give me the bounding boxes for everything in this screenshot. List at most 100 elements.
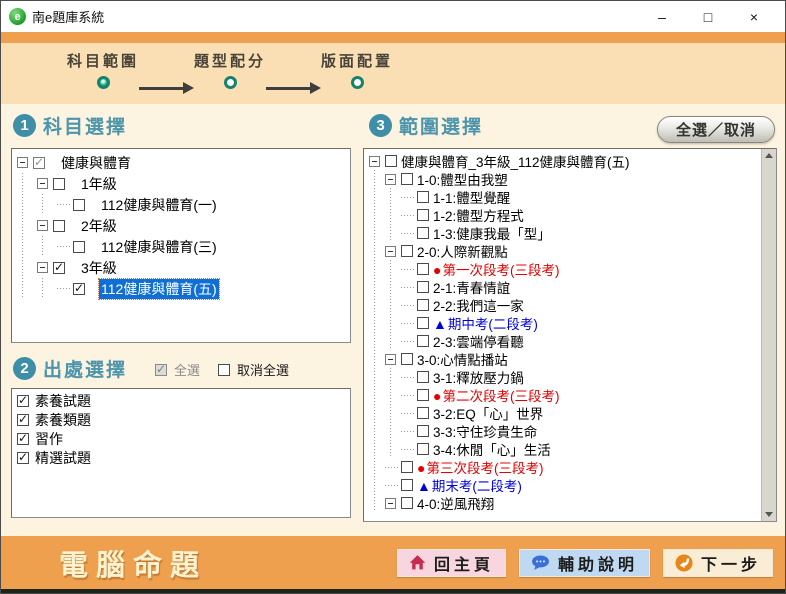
tree-item-label[interactable]: 3-3:守住珍貴生命 xyxy=(431,421,539,441)
scroll-down-icon[interactable] xyxy=(765,512,773,517)
tree-item[interactable]: 2年級 xyxy=(17,215,348,236)
tree-expander[interactable] xyxy=(37,262,48,273)
tree-item-label[interactable]: 3年級 xyxy=(79,258,119,278)
tree-item-label[interactable]: 2-3:雲端停看聽 xyxy=(431,331,526,351)
checkbox[interactable] xyxy=(417,335,429,347)
list-item[interactable]: 習作 xyxy=(15,429,350,448)
tree-item[interactable]: ●第二次段考(三段考) xyxy=(369,386,759,404)
list-item-label[interactable]: 習作 xyxy=(33,429,65,449)
tree-item[interactable]: 1-1:體型覺醒 xyxy=(369,188,759,206)
checkbox[interactable] xyxy=(417,371,429,383)
tree-item-label[interactable]: ▲期末考(二段考) xyxy=(415,475,524,495)
checkbox[interactable] xyxy=(417,425,429,437)
help-button[interactable]: 輔助說明 xyxy=(519,549,650,577)
tree-item[interactable]: 1-3:健康我最「型」 xyxy=(369,224,759,242)
tree-item-label[interactable]: 2年級 xyxy=(79,216,119,236)
checkbox[interactable] xyxy=(17,395,29,407)
source-listbox[interactable]: 素養試題素養類題習作精選試題 xyxy=(11,388,351,518)
checkbox[interactable] xyxy=(417,281,429,293)
tree-item[interactable]: 3-1:釋放壓力鍋 xyxy=(369,368,759,386)
tree-expander[interactable] xyxy=(385,246,396,257)
tree-item[interactable]: 112健康與體育(三) xyxy=(17,236,348,257)
checkbox[interactable] xyxy=(417,389,429,401)
checkbox[interactable] xyxy=(17,452,29,464)
tree-item[interactable]: 1-0:體型由我塑 xyxy=(369,170,759,188)
tree-item[interactable]: ▲期末考(二段考) xyxy=(369,476,759,494)
tree-item-label[interactable]: 3-4:休閒「心」生活 xyxy=(431,439,553,459)
tree-expander[interactable] xyxy=(37,220,48,231)
tree-item-label[interactable]: 1-3:健康我最「型」 xyxy=(431,223,553,243)
range-tree-panel[interactable]: 健康與體育_3年級_112健康與體育(五)1-0:體型由我塑1-1:體型覺醒1-… xyxy=(363,148,777,522)
checkbox[interactable] xyxy=(417,407,429,419)
list-item-label[interactable]: 精選試題 xyxy=(33,448,93,468)
tree-expander[interactable] xyxy=(37,178,48,189)
checkbox[interactable] xyxy=(53,220,65,232)
tree-item-label[interactable]: 2-0:人際新觀點 xyxy=(415,241,510,261)
tree-item-label[interactable]: 4-0:逆風飛翔 xyxy=(415,493,496,513)
tree-item[interactable]: ▲期中考(二段考) xyxy=(369,314,759,332)
checkbox[interactable] xyxy=(73,199,85,211)
checkbox[interactable] xyxy=(417,227,429,239)
checkbox[interactable] xyxy=(417,191,429,203)
checkbox[interactable] xyxy=(401,353,413,365)
tree-expander[interactable] xyxy=(385,498,396,509)
checkbox[interactable] xyxy=(417,263,429,275)
checkbox[interactable] xyxy=(401,245,413,257)
checkbox[interactable] xyxy=(33,157,45,169)
close-button[interactable]: × xyxy=(731,1,777,32)
tree-item[interactable]: 健康與體育_3年級_112健康與體育(五) xyxy=(369,152,759,170)
tree-item-label[interactable]: 健康與體育_3年級_112健康與體育(五) xyxy=(399,151,632,171)
tree-item-label[interactable]: 3-0:心情點播站 xyxy=(415,349,510,369)
list-item-label[interactable]: 素養類題 xyxy=(33,410,93,430)
tree-item[interactable]: 3-3:守住珍貴生命 xyxy=(369,422,759,440)
tree-expander[interactable] xyxy=(369,156,380,167)
step-subject-range[interactable]: 科目範圍 xyxy=(67,50,139,104)
tree-item-label[interactable]: ●第三次段考(三段考) xyxy=(415,457,545,477)
tree-item-label[interactable]: 1-1:體型覺醒 xyxy=(431,187,512,207)
next-button[interactable]: 下一步 xyxy=(663,549,773,577)
list-item[interactable]: 素養試題 xyxy=(15,391,350,410)
scroll-up-icon[interactable] xyxy=(765,153,773,158)
tree-item-label[interactable]: 3-1:釋放壓力鍋 xyxy=(431,367,526,387)
step-page-layout[interactable]: 版面配置 xyxy=(321,50,393,104)
list-item[interactable]: 素養類題 xyxy=(15,410,350,429)
tree-expander[interactable] xyxy=(385,174,396,185)
checkbox[interactable] xyxy=(417,299,429,311)
tree-item[interactable]: ●第三次段考(三段考) xyxy=(369,458,759,476)
tree-item-label[interactable]: 3-2:EQ「心」世界 xyxy=(431,403,545,423)
tree-item[interactable]: 2-3:雲端停看聽 xyxy=(369,332,759,350)
tree-item-label[interactable]: 112健康與體育(三) xyxy=(99,237,219,257)
tree-item[interactable]: 3-4:休閒「心」生活 xyxy=(369,440,759,458)
tree-item-label[interactable]: 健康與體育 xyxy=(59,153,133,173)
tree-item[interactable]: 4-0:逆風飛翔 xyxy=(369,494,759,512)
range-tree[interactable]: 健康與體育_3年級_112健康與體育(五)1-0:體型由我塑1-1:體型覺醒1-… xyxy=(364,149,761,512)
checkbox[interactable] xyxy=(385,155,397,167)
tree-item[interactable]: 1年級 xyxy=(17,173,348,194)
tree-item-label[interactable]: 1年級 xyxy=(79,174,119,194)
minimize-button[interactable]: – xyxy=(639,1,685,32)
tree-item[interactable]: 1-2:體型方程式 xyxy=(369,206,759,224)
tree-expander[interactable] xyxy=(17,157,28,168)
select-toggle-button[interactable]: 全選／取消 xyxy=(657,116,775,143)
tree-item-label[interactable]: 2-2:我們這一家 xyxy=(431,295,526,315)
checkbox[interactable] xyxy=(73,241,85,253)
tree-item[interactable]: 3年級 xyxy=(17,257,348,278)
checkbox[interactable] xyxy=(401,497,413,509)
checkbox[interactable] xyxy=(53,178,65,190)
tree-item-label[interactable]: 112健康與體育(五) xyxy=(99,279,219,299)
home-button[interactable]: 回主頁 xyxy=(397,549,506,577)
tree-item[interactable]: 2-0:人際新觀點 xyxy=(369,242,759,260)
tree-item[interactable]: ●第一次段考(三段考) xyxy=(369,260,759,278)
checkbox[interactable] xyxy=(53,262,65,274)
list-item-label[interactable]: 素養試題 xyxy=(33,391,93,411)
tree-item[interactable]: 3-0:心情點播站 xyxy=(369,350,759,368)
subject-tree-panel[interactable]: 健康與體育1年級112健康與體育(一)2年級112健康與體育(三)3年級112健… xyxy=(11,148,351,343)
tree-item[interactable]: 112健康與體育(一) xyxy=(17,194,348,215)
deselect-all-option[interactable]: 取消全選 xyxy=(216,360,289,379)
list-item[interactable]: 精選試題 xyxy=(15,448,350,467)
checkbox[interactable] xyxy=(417,443,429,455)
checkbox[interactable] xyxy=(401,461,413,473)
select-all-option[interactable]: 全選 xyxy=(153,360,200,379)
checkbox[interactable] xyxy=(417,209,429,221)
tree-item[interactable]: 3-2:EQ「心」世界 xyxy=(369,404,759,422)
